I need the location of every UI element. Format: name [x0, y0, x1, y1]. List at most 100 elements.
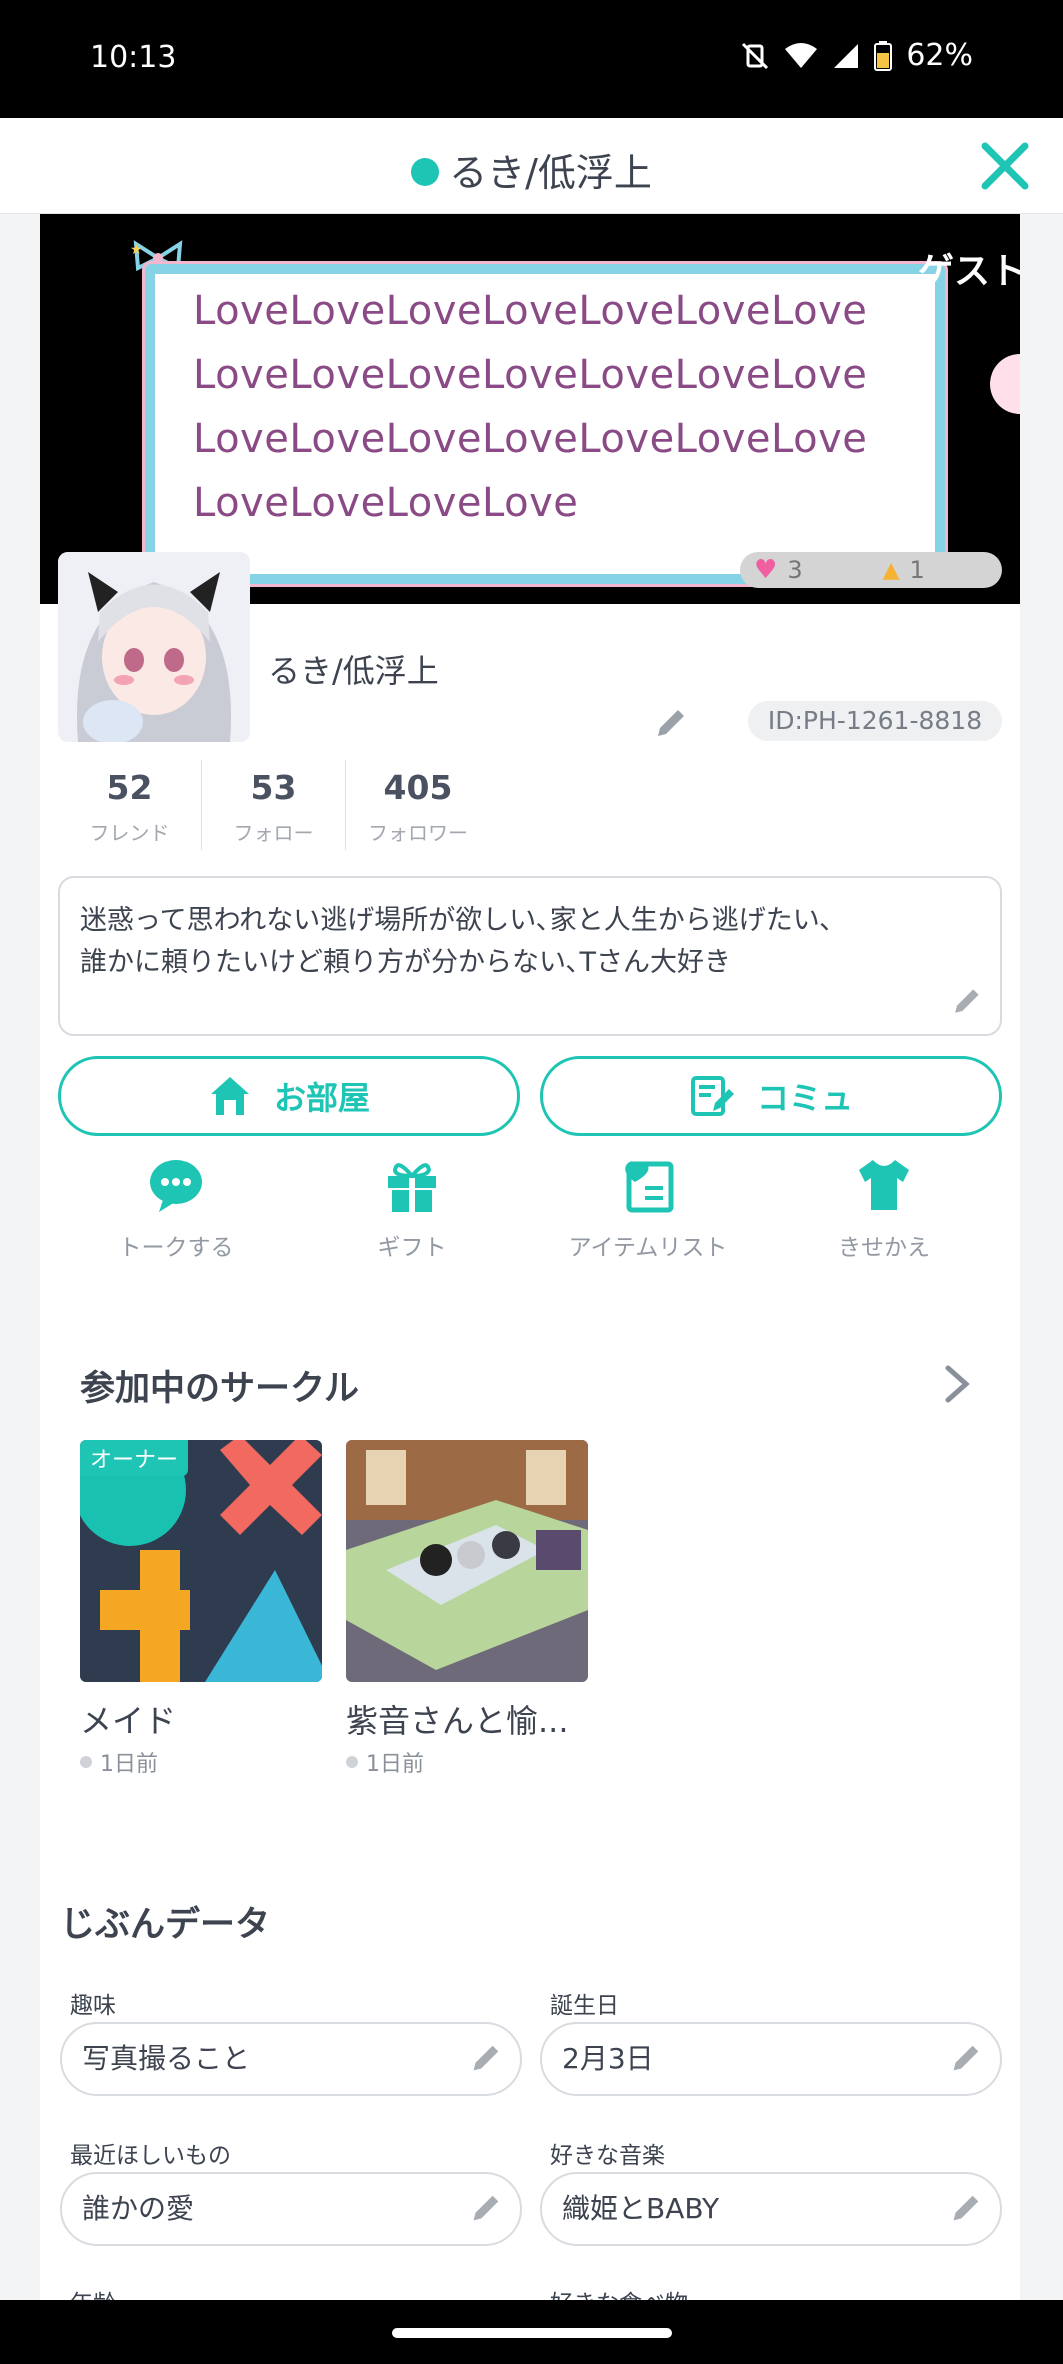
edit-name-pencil-icon[interactable]: [650, 704, 690, 744]
field-music[interactable]: 織姫とBABY: [540, 2172, 1002, 2246]
stat-label: フォロワー: [368, 821, 468, 845]
stat-label: フォロー: [233, 821, 314, 845]
field-label-food: 好きな食べ物: [550, 2284, 688, 2300]
status-bar: 10:13 62%: [0, 0, 1063, 118]
field-value: 2月3日: [562, 2042, 654, 2075]
header-title: るき/低浮上: [0, 142, 1063, 197]
field-wish[interactable]: 誰かの愛: [60, 2172, 522, 2246]
edit-pencil-icon[interactable]: [946, 2040, 984, 2078]
field-value: 写真撮ること: [82, 2042, 251, 2075]
battery-icon: [874, 40, 893, 71]
self-data-section-title: じぶんデータ: [60, 1905, 271, 1945]
svg-text:★: ★: [130, 242, 143, 258]
community-button[interactable]: コミュ: [540, 1056, 1002, 1136]
stat-followers[interactable]: 405 フォロワー: [346, 760, 490, 850]
love-message-frame: LoveLoveLoveLoveLoveLoveLove LoveLoveLov…: [145, 264, 945, 584]
stat-value: 52: [106, 768, 153, 807]
stat-value: 53: [250, 768, 297, 807]
field-label-music: 好きな音楽: [550, 2143, 665, 2169]
profile-stats: 52 フレンド 53 フォロー 405 フォロワー: [58, 760, 490, 850]
field-value: 織姫とBABY: [562, 2192, 720, 2225]
talk-action[interactable]: トークする: [58, 1156, 294, 1262]
circles-section-title: 参加中のサークル: [80, 1369, 359, 1409]
community-button-label: コミュ: [756, 1079, 853, 1117]
stat-label: フレンド: [89, 821, 170, 845]
circle-activity: 1日前: [346, 1746, 588, 1778]
room-button[interactable]: お部屋: [58, 1056, 520, 1136]
activity-dot: [346, 1756, 358, 1768]
profile-header: るき/低浮上: [0, 118, 1063, 214]
gift-label: ギフト: [377, 1235, 447, 1261]
status-icons: 62%: [740, 38, 973, 73]
avatar[interactable]: [58, 552, 250, 742]
banner-reactions[interactable]: ♥ 3 ▲ 1: [740, 552, 1002, 588]
circle-date: 1日前: [366, 1752, 424, 1777]
activity-dot: [80, 1756, 92, 1768]
heart-icon: ♥: [754, 555, 778, 585]
field-value: 誰かの愛: [82, 2192, 195, 2225]
bio-line: 誰かに頼りたいけど頼り方が分からない､Tさん大好き: [80, 947, 731, 978]
edit-pencil-icon[interactable]: [946, 2190, 984, 2228]
stat-following[interactable]: 53 フォロー: [202, 760, 346, 850]
edit-bio-pencil-icon[interactable]: [948, 984, 984, 1020]
action-row: トークする ギフト アイテムリスト きせかえ: [58, 1156, 1002, 1262]
user-id-badge: ID:PH-1261-8818: [748, 701, 1002, 741]
stat-value: 405: [383, 768, 453, 807]
chat-bubble-icon: [150, 1160, 202, 1212]
field-label-hobby: 趣味: [70, 1993, 116, 2019]
online-status-dot: [411, 157, 440, 186]
field-label-birthday: 誕生日: [550, 1993, 619, 2019]
talk-label: トークする: [118, 1235, 234, 1261]
heart-list-icon: [625, 1161, 674, 1213]
pink-decoration: [990, 354, 1020, 414]
profile-panel: ★ LoveLoveLoveLoveLoveLoveLove LoveLoveL…: [40, 214, 1020, 2300]
room-button-label: お部屋: [273, 1079, 370, 1117]
close-icon[interactable]: [977, 138, 1033, 194]
circle-card[interactable]: 紫音さんと愉... 1日前: [346, 1440, 588, 1778]
circle-name: メイド: [80, 1702, 177, 1740]
field-hobby[interactable]: 写真撮ること: [60, 2022, 522, 2096]
gift-action[interactable]: ギフト: [294, 1156, 530, 1262]
system-nav-bar: [0, 2300, 1063, 2364]
signal-icon: [834, 43, 859, 68]
room-scene-image: [346, 1440, 588, 1682]
stat-friends[interactable]: 52 フレンド: [58, 760, 202, 850]
field-label-wish: 最近ほしいもの: [70, 2143, 231, 2169]
dressup-action[interactable]: きせかえ: [766, 1156, 1002, 1262]
edit-pencil-icon[interactable]: [466, 2040, 504, 2078]
status-time: 10:13: [90, 40, 177, 75]
community-edit-icon: [690, 1076, 734, 1116]
house-icon: [210, 1077, 249, 1115]
owner-badge: オーナー: [80, 1440, 189, 1476]
mute-vibrate-icon: [742, 42, 769, 69]
circle-thumbnail: オーナー: [80, 1440, 322, 1682]
circle-date: 1日前: [100, 1752, 158, 1777]
guest-label: ゲスト: [917, 251, 1020, 292]
battery-percent: 62%: [906, 38, 973, 73]
love-line: LoveLoveLoveLoveLoveLoveLove: [193, 416, 868, 462]
chevron-right-icon[interactable]: [940, 1362, 974, 1406]
bio-line: 迷惑って思われない逃げ場所が欲しい､家と人生から逃げたい､: [80, 905, 834, 936]
edit-pencil-icon[interactable]: [466, 2190, 504, 2228]
wifi-icon: [785, 42, 818, 68]
circle-thumbnail: [346, 1440, 588, 1682]
bells-count: 1: [909, 556, 925, 584]
item-list-label: アイテムリスト: [568, 1235, 728, 1261]
dressup-label: きせかえ: [838, 1235, 930, 1261]
bell-icon: ▲: [882, 557, 900, 583]
field-birthday[interactable]: 2月3日: [540, 2022, 1002, 2096]
item-list-action[interactable]: アイテムリスト: [530, 1156, 766, 1262]
likes-count: 3: [787, 556, 803, 584]
circle-card[interactable]: オーナー メイド 1日前: [80, 1440, 322, 1778]
bio-box[interactable]: 迷惑って思われない逃げ場所が欲しい､家と人生から逃げたい､ 誰かに頼りたいけど頼…: [58, 876, 1002, 1036]
shirt-icon: [859, 1160, 909, 1210]
home-gesture-handle[interactable]: [392, 2328, 672, 2338]
love-line: LoveLoveLoveLoveLoveLoveLove: [193, 352, 868, 398]
field-label-age: 年齢: [70, 2284, 116, 2300]
circle-shapes-image: [80, 1440, 322, 1682]
circle-activity: 1日前: [80, 1746, 322, 1778]
love-line: LoveLoveLoveLove: [193, 480, 579, 526]
avatar-image: [58, 552, 250, 742]
profile-banner[interactable]: ★ LoveLoveLoveLoveLoveLoveLove LoveLoveL…: [40, 214, 1020, 604]
circle-name: 紫音さんと愉...: [346, 1702, 569, 1740]
